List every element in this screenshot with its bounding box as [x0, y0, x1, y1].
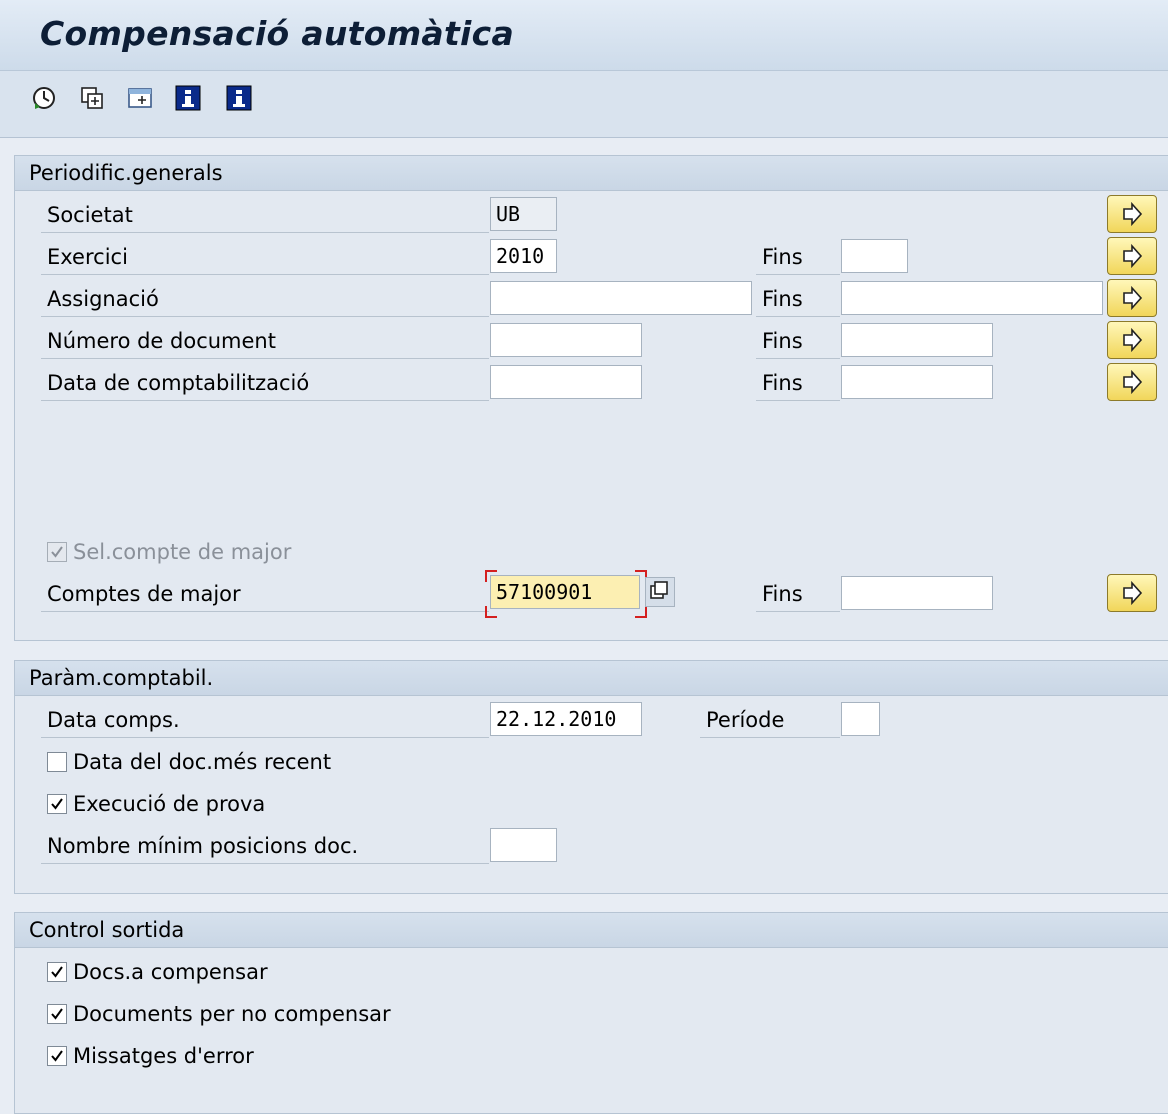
panel-header: Periodific.generals — [15, 156, 1168, 191]
posting-date-to-label: Fins — [756, 365, 840, 401]
document-number-field[interactable] — [490, 323, 642, 357]
multiple-selection-button[interactable] — [1107, 321, 1157, 359]
error-messages-label: Missatges d'error — [73, 1044, 254, 1068]
arrow-right-icon — [1123, 285, 1143, 311]
fiscal-year-label: Exercici — [41, 239, 489, 275]
clearing-date-field[interactable]: 22.12.2010 — [490, 702, 642, 736]
multiple-selection-button[interactable] — [1107, 237, 1157, 275]
document-number-label: Número de document — [41, 323, 489, 359]
docs-to-clear-checkbox[interactable] — [47, 962, 67, 982]
most-recent-date-label: Data del doc.més recent — [73, 750, 332, 774]
multiple-selection-button[interactable] — [1107, 363, 1157, 401]
variant-icon[interactable] — [79, 85, 105, 111]
arrow-right-icon — [1123, 201, 1143, 227]
gl-accounts-label: Comptes de major — [41, 576, 489, 612]
arrow-right-icon — [1123, 580, 1143, 606]
panel-header: Control sortida — [15, 913, 1168, 948]
period-label: Període — [700, 702, 840, 738]
assignment-to-field[interactable] — [841, 281, 1103, 315]
fiscal-year-to-field[interactable] — [841, 239, 908, 273]
multiple-selection-button[interactable] — [1107, 279, 1157, 317]
posting-date-to-field[interactable] — [841, 365, 993, 399]
panel-header: Paràm.comptabil. — [15, 661, 1168, 696]
arrow-right-icon — [1123, 327, 1143, 353]
min-positions-label: Nombre mínim posicions doc. — [41, 828, 489, 864]
min-positions-field[interactable] — [490, 828, 557, 862]
arrow-right-icon — [1123, 243, 1143, 269]
gl-accounts-to-field[interactable] — [841, 576, 993, 610]
title-bar: Compensació automàtica — [0, 0, 1168, 71]
posting-date-field[interactable] — [490, 365, 642, 399]
company-code-label: Societat — [41, 197, 489, 233]
application-toolbar — [0, 71, 1168, 138]
docs-not-clear-checkbox[interactable] — [47, 1004, 67, 1024]
document-number-to-label: Fins — [756, 323, 840, 359]
page-title: Compensació automàtica — [40, 14, 515, 53]
checkmark-icon — [51, 798, 63, 810]
search-help-button[interactable] — [645, 577, 675, 607]
test-run-checkbox[interactable] — [47, 794, 67, 814]
company-code-field[interactable]: UB — [490, 197, 557, 231]
execute-icon[interactable] — [31, 85, 57, 111]
multiple-selection-button[interactable] — [1107, 195, 1157, 233]
test-run-label: Execució de prova — [73, 792, 266, 816]
checkmark-icon — [51, 1050, 63, 1062]
info-icon[interactable] — [175, 85, 201, 111]
most-recent-date-checkbox[interactable] — [47, 752, 67, 772]
error-messages-checkbox[interactable] — [47, 1046, 67, 1066]
gl-account-selection-checkbox — [47, 542, 67, 562]
info-icon[interactable] — [226, 85, 252, 111]
fiscal-year-field[interactable]: 2010 — [490, 239, 557, 273]
assignment-to-label: Fins — [756, 281, 840, 317]
copy-icon — [650, 581, 668, 599]
gl-accounts-field[interactable]: 57100901 — [490, 575, 640, 609]
document-number-to-field[interactable] — [841, 323, 993, 357]
period-field[interactable] — [841, 702, 880, 736]
clearing-date-label: Data comps. — [41, 702, 489, 738]
gl-account-selection-label: Sel.compte de major — [73, 540, 292, 564]
gl-accounts-to-label: Fins — [756, 576, 840, 612]
checkmark-icon — [51, 546, 63, 558]
assignment-label: Assignació — [41, 281, 489, 317]
multiple-selection-button[interactable] — [1107, 574, 1157, 612]
fiscal-year-to-label: Fins — [756, 239, 840, 275]
assignment-field[interactable] — [490, 281, 752, 315]
checkmark-icon — [51, 1008, 63, 1020]
checkmark-icon — [51, 966, 63, 978]
docs-not-clear-label: Documents per no compensar — [73, 1002, 391, 1026]
arrow-right-icon — [1123, 369, 1143, 395]
dynamic-selection-icon[interactable] — [127, 85, 153, 111]
docs-to-clear-label: Docs.a compensar — [73, 960, 268, 984]
posting-date-label: Data de comptabilització — [41, 365, 489, 401]
